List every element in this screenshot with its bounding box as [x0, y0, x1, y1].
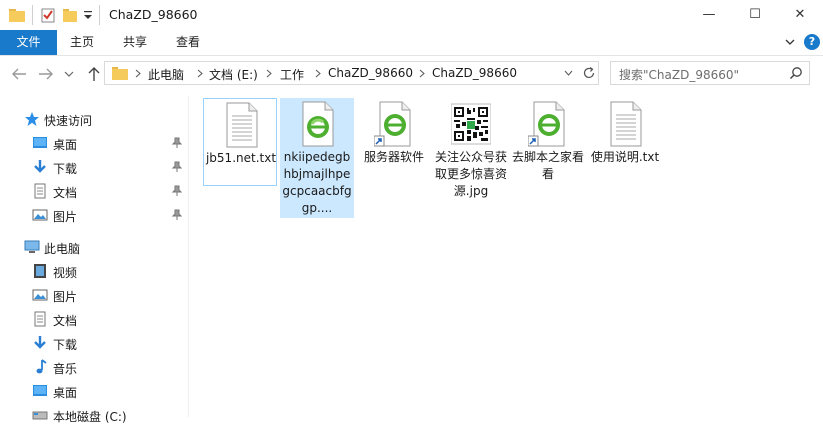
sidebar-label: 快速访问	[44, 114, 93, 128]
document-icon	[34, 183, 46, 199]
file-item[interactable]: nkiipedegbhbjmajlhpegcpcaacbfggp....	[280, 98, 354, 218]
sidebar-label: 图片	[53, 210, 78, 224]
sidebar-item-pictures-pc[interactable]: 图片	[0, 283, 188, 307]
sidebar-label: 桌面	[53, 386, 78, 400]
chevron-right-icon[interactable]	[315, 69, 322, 78]
computer-icon	[24, 240, 40, 253]
chevron-right-icon[interactable]	[135, 69, 142, 78]
text-file-icon	[610, 101, 642, 147]
sidebar-label: 此电脑	[44, 242, 81, 256]
file-name: 去脚本之家看看	[511, 150, 584, 181]
folder-icon	[9, 9, 25, 22]
music-note-icon	[36, 359, 47, 374]
new-folder-icon[interactable]	[62, 7, 78, 23]
refresh-icon[interactable]	[582, 66, 596, 80]
pane-divider[interactable]	[188, 96, 189, 417]
sidebar-item-music[interactable]: 音乐	[0, 355, 188, 379]
tab-home[interactable]: 主页	[70, 30, 94, 55]
shortcut-icon	[374, 101, 411, 147]
chrome-extension-icon	[302, 101, 334, 147]
desktop-icon	[33, 385, 47, 396]
navigation-pane: 快速访问 桌面 下载 文档 图片 此电脑 视频 图片 文档 下载 音乐 桌面 本…	[0, 96, 188, 424]
document-icon	[34, 311, 46, 327]
help-icon[interactable]: ?	[804, 34, 820, 50]
pin-icon[interactable]	[172, 185, 182, 197]
file-item[interactable]: jb51.net.txt	[203, 98, 277, 186]
breadcrumb-this-pc[interactable]: 此电脑	[148, 66, 184, 83]
text-file-icon	[226, 102, 258, 148]
chevron-right-icon[interactable]	[266, 69, 273, 78]
up-arrow-icon[interactable]	[85, 66, 103, 82]
address-bar[interactable]: 此电脑 文档 (E:) 工作 ChaZD_98660 ChaZD_98660	[104, 61, 599, 85]
sidebar-label: 文档	[53, 186, 78, 200]
tab-view[interactable]: 查看	[176, 30, 200, 55]
sidebar-item-downloads-pc[interactable]: 下载	[0, 331, 188, 355]
download-arrow-icon	[34, 336, 46, 349]
drive-icon	[32, 411, 48, 420]
tab-share[interactable]: 共享	[123, 30, 147, 55]
customize-toolbar-icon[interactable]	[83, 7, 93, 23]
pin-icon[interactable]	[172, 137, 182, 149]
back-arrow-icon[interactable]	[10, 66, 28, 82]
recent-locations-icon[interactable]	[64, 66, 74, 82]
file-name: jb51.net.txt	[205, 151, 277, 165]
sidebar-item-documents[interactable]: 文档	[0, 179, 188, 203]
pin-icon[interactable]	[172, 161, 182, 173]
minimize-button[interactable]: —	[686, 0, 732, 30]
divider	[32, 5, 33, 25]
sidebar-item-videos[interactable]: 视频	[0, 259, 188, 283]
file-name: 关注公众号获取更多惊喜资源.jpg	[434, 150, 507, 198]
window-title: ChaZD_98660	[109, 7, 198, 22]
title-bar: ChaZD_98660 — ☐ ✕	[0, 0, 823, 30]
maximize-button[interactable]: ☐	[732, 0, 778, 30]
sidebar-item-pictures[interactable]: 图片	[0, 203, 188, 227]
sidebar-label: 下载	[53, 162, 78, 176]
sidebar-label: 图片	[53, 290, 78, 304]
sidebar-item-quick-access[interactable]: 快速访问	[0, 107, 188, 131]
forward-arrow-icon[interactable]	[37, 66, 55, 82]
chevron-right-icon[interactable]	[197, 69, 204, 78]
chevron-down-icon[interactable]	[564, 70, 573, 76]
sidebar-label: 音乐	[53, 362, 78, 376]
sidebar-label: 文档	[53, 314, 78, 328]
breadcrumb-drive-e[interactable]: 文档 (E:)	[209, 66, 258, 83]
sidebar-item-desktop[interactable]: 桌面	[0, 131, 188, 155]
sidebar-item-local-disk-c[interactable]: 本地磁盘 (C:)	[0, 403, 188, 427]
star-icon	[25, 112, 39, 126]
sidebar-label: 视频	[53, 266, 78, 280]
ribbon-tabs: 文件 主页 共享 查看 ?	[0, 30, 823, 56]
divider	[99, 5, 100, 25]
picture-icon	[32, 289, 48, 301]
properties-icon[interactable]	[40, 7, 56, 23]
file-name: 服务器软件	[363, 150, 424, 164]
video-icon	[34, 264, 46, 278]
tab-file[interactable]: 文件	[0, 30, 57, 55]
search-box[interactable]: 搜索"ChaZD_98660"	[610, 61, 810, 85]
close-button[interactable]: ✕	[777, 0, 823, 30]
sidebar-item-documents-pc[interactable]: 文档	[0, 307, 188, 331]
qr-image-icon	[451, 103, 491, 145]
breadcrumb-current[interactable]: ChaZD_98660	[432, 66, 517, 80]
sidebar-label: 桌面	[53, 138, 78, 152]
search-input[interactable]: 搜索"ChaZD_98660"	[619, 66, 739, 83]
chevron-down-icon[interactable]	[784, 36, 796, 48]
breadcrumb-work[interactable]: 工作	[280, 66, 304, 83]
desktop-icon	[33, 137, 47, 148]
pin-icon[interactable]	[172, 209, 182, 221]
search-icon[interactable]	[789, 66, 803, 80]
download-arrow-icon	[34, 160, 46, 173]
shortcut-icon	[528, 101, 565, 147]
file-name: 使用说明.txt	[590, 150, 660, 164]
sidebar-label: 下载	[53, 338, 78, 352]
sidebar-item-downloads[interactable]: 下载	[0, 155, 188, 179]
chevron-right-icon[interactable]	[419, 69, 426, 78]
folder-icon	[112, 67, 128, 80]
sidebar-item-this-pc[interactable]: 此电脑	[0, 235, 188, 259]
picture-icon	[32, 209, 48, 221]
file-name: nkiipedegbhbjmajlhpegcpcaacbfggp....	[282, 150, 352, 215]
breadcrumb-folder[interactable]: ChaZD_98660	[328, 66, 413, 80]
sidebar-item-desktop-pc[interactable]: 桌面	[0, 379, 188, 403]
